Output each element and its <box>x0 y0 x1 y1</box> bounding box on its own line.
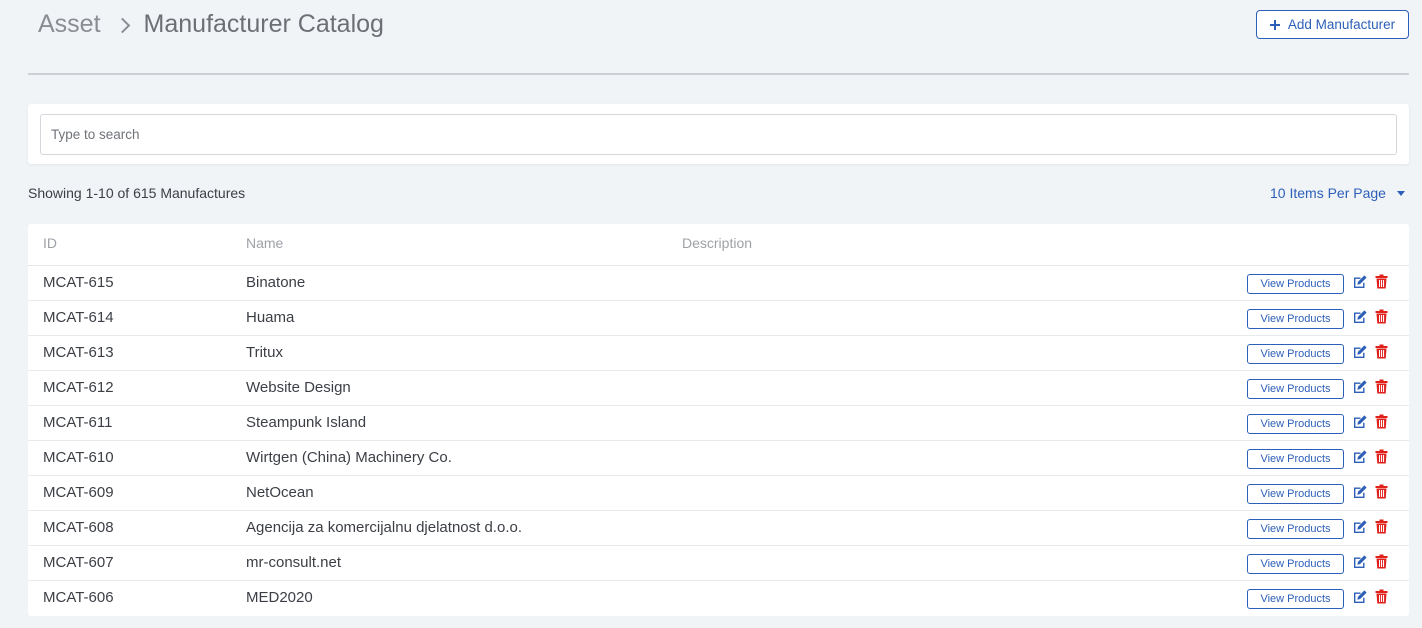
cell-id: MCAT-611 <box>43 414 113 431</box>
cell-name: Huama <box>246 309 295 326</box>
view-products-button[interactable]: View Products <box>1247 484 1344 504</box>
chevron-right-icon <box>114 17 130 34</box>
header-id[interactable]: ID <box>43 235 57 251</box>
edit-icon[interactable] <box>1352 379 1368 395</box>
edit-icon[interactable] <box>1352 449 1368 465</box>
trash-icon[interactable] <box>1375 449 1388 464</box>
view-products-button[interactable]: View Products <box>1247 589 1344 609</box>
table-row: MCAT-615 Binatone View Products <box>28 266 1409 301</box>
page-title: Manufacturer Catalog <box>143 10 384 38</box>
cell-name: Binatone <box>246 274 306 291</box>
cell-id: MCAT-607 <box>43 554 114 571</box>
table-row: MCAT-612 Website Design View Products <box>28 371 1409 406</box>
view-products-button[interactable]: View Products <box>1247 554 1344 574</box>
table-header: ID Name Description <box>28 224 1409 266</box>
view-products-button[interactable]: View Products <box>1247 414 1344 434</box>
add-manufacturer-label: Add Manufacturer <box>1287 17 1396 32</box>
edit-icon[interactable] <box>1352 484 1368 500</box>
cell-name: Tritux <box>246 344 283 361</box>
cell-name: NetOcean <box>246 484 314 501</box>
breadcrumb-root[interactable]: Asset <box>38 10 101 39</box>
trash-icon[interactable] <box>1375 379 1388 394</box>
trash-icon[interactable] <box>1375 309 1388 324</box>
edit-icon[interactable] <box>1352 274 1368 290</box>
search-card <box>28 104 1409 164</box>
page-header: Asset Manufacturer Catalog Add Manufactu… <box>0 0 1422 76</box>
view-products-button[interactable]: View Products <box>1247 449 1344 469</box>
view-products-button[interactable]: View Products <box>1247 519 1344 539</box>
header-description[interactable]: Description <box>682 235 752 251</box>
items-per-page-select[interactable]: 10 Items Per Page <box>1270 185 1405 201</box>
trash-icon[interactable] <box>1375 414 1388 429</box>
cell-id: MCAT-610 <box>43 449 114 466</box>
trash-icon[interactable] <box>1375 344 1388 359</box>
trash-icon[interactable] <box>1375 519 1388 534</box>
table-row: MCAT-608 Agencija za komercijalnu djelat… <box>28 511 1409 546</box>
view-products-button[interactable]: View Products <box>1247 344 1344 364</box>
cell-id: MCAT-608 <box>43 519 114 536</box>
edit-icon[interactable] <box>1352 414 1368 430</box>
edit-icon[interactable] <box>1352 309 1368 325</box>
cell-name: MED2020 <box>246 589 313 606</box>
view-products-button[interactable]: View Products <box>1247 309 1344 329</box>
edit-icon[interactable] <box>1352 589 1368 605</box>
cell-id: MCAT-613 <box>43 344 114 361</box>
cell-name: Steampunk Island <box>246 414 367 431</box>
table-row: MCAT-609 NetOcean View Products <box>28 476 1409 511</box>
table-row: MCAT-613 Tritux View Products <box>28 336 1409 371</box>
edit-icon[interactable] <box>1352 344 1368 360</box>
search-input[interactable] <box>40 114 1397 155</box>
plus-icon <box>1269 19 1280 30</box>
header-name[interactable]: Name <box>246 235 283 251</box>
cell-name: Wirtgen (China) Machinery Co. <box>246 449 452 466</box>
table-row: MCAT-614 Huama View Products <box>28 301 1409 336</box>
trash-icon[interactable] <box>1375 484 1388 499</box>
cell-id: MCAT-612 <box>43 379 114 396</box>
trash-icon[interactable] <box>1375 589 1388 604</box>
header-divider <box>28 73 1409 75</box>
edit-icon[interactable] <box>1352 554 1368 570</box>
breadcrumb: Asset Manufacturer Catalog <box>38 10 384 39</box>
table-row: MCAT-606 MED2020 View Products <box>28 581 1409 616</box>
edit-icon[interactable] <box>1352 519 1368 535</box>
cell-id: MCAT-606 <box>43 589 114 606</box>
results-summary: Showing 1-10 of 615 Manufactures <box>28 185 246 201</box>
table-row: MCAT-610 Wirtgen (China) Machinery Co. V… <box>28 441 1409 476</box>
table-row: MCAT-607 mr-consult.net View Products <box>28 546 1409 581</box>
view-products-button[interactable]: View Products <box>1247 274 1344 294</box>
add-manufacturer-button[interactable]: Add Manufacturer <box>1256 10 1409 39</box>
view-products-button[interactable]: View Products <box>1247 379 1344 399</box>
table-row: MCAT-611 Steampunk Island View Products <box>28 406 1409 441</box>
trash-icon[interactable] <box>1375 274 1388 289</box>
trash-icon[interactable] <box>1375 554 1388 569</box>
cell-id: MCAT-615 <box>43 274 114 291</box>
cell-name: Agencija za komercijalnu djelatnost d.o.… <box>246 519 522 536</box>
manufacturer-table: ID Name Description MCAT-615 Binatone Vi… <box>28 224 1409 616</box>
cell-id: MCAT-614 <box>43 309 114 326</box>
cell-name: mr-consult.net <box>246 554 342 571</box>
caret-down-icon <box>1396 190 1405 196</box>
cell-name: Website Design <box>246 379 351 396</box>
cell-id: MCAT-609 <box>43 484 114 501</box>
items-per-page-label: 10 Items Per Page <box>1270 185 1386 201</box>
